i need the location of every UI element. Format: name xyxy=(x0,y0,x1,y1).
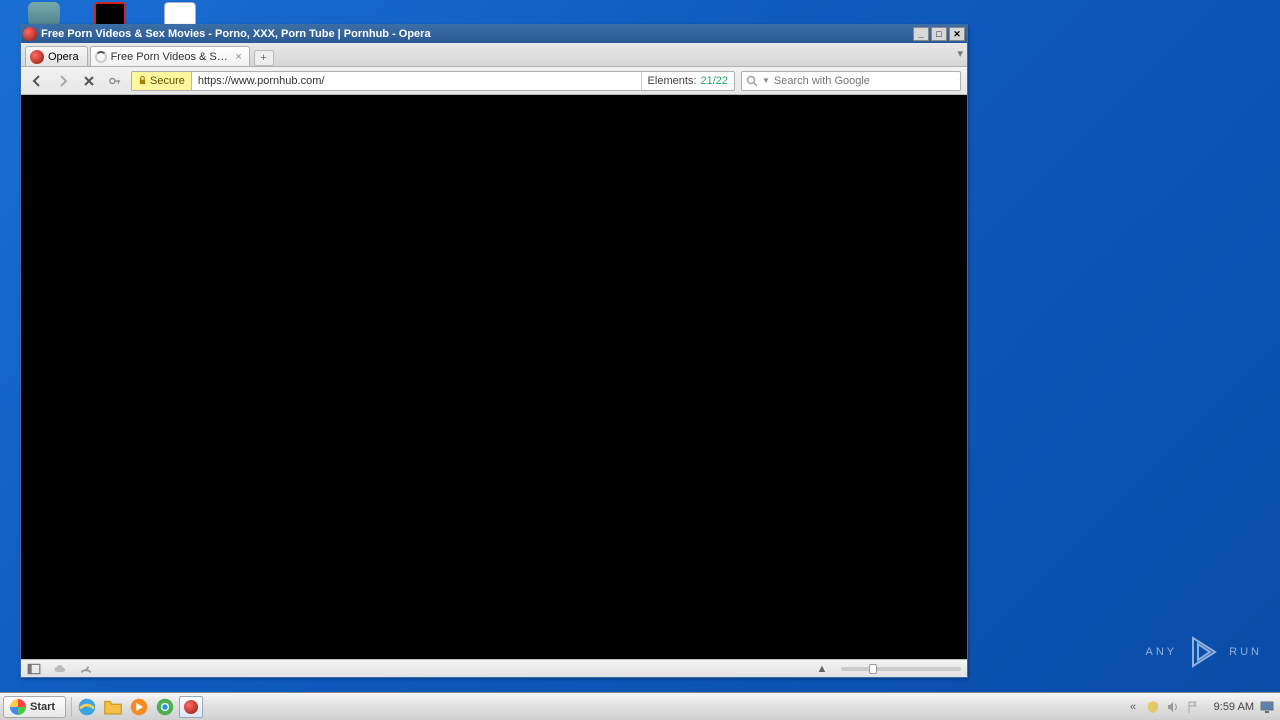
tray-volume-icon[interactable] xyxy=(1166,700,1180,714)
page-tab[interactable]: Free Porn Videos & Sex ... × xyxy=(90,46,250,66)
chevron-left-icon: « xyxy=(1130,701,1136,713)
opera-window: Free Porn Videos & Sex Movies - Porno, X… xyxy=(20,24,968,678)
watermark-text-a: ANY xyxy=(1146,646,1178,658)
address-toolbar: Secure Elements: 21/22 ▼ xyxy=(21,67,967,95)
arrow-right-icon xyxy=(57,75,69,87)
tray-flag-icon[interactable] xyxy=(1186,700,1200,714)
monitor-icon xyxy=(1260,700,1274,714)
secure-label: Secure xyxy=(150,75,185,87)
elements-indicator[interactable]: Elements: 21/22 xyxy=(641,72,734,90)
elements-label: Elements: xyxy=(648,75,697,87)
speed-dial-label: Opera xyxy=(48,51,79,63)
search-box: ▼ xyxy=(741,71,961,91)
taskbar: Start « 9:59 AM xyxy=(0,692,1280,720)
tray-show-desktop[interactable] xyxy=(1260,700,1274,714)
search-input[interactable] xyxy=(774,75,956,87)
key-icon xyxy=(109,75,121,87)
new-tab-button[interactable]: + xyxy=(254,50,274,66)
turbo-button[interactable] xyxy=(79,662,93,676)
minimize-button[interactable]: _ xyxy=(913,27,929,41)
tray-security-icon[interactable] xyxy=(1146,700,1160,714)
zoom-slider[interactable] xyxy=(841,667,961,671)
taskbar-opera-button[interactable] xyxy=(179,696,203,718)
folder-icon xyxy=(102,696,124,718)
scroll-top-button[interactable]: ▲ xyxy=(815,662,829,676)
close-tab-button[interactable]: × xyxy=(233,51,245,63)
panel-toggle-button[interactable] xyxy=(27,662,41,676)
lock-icon xyxy=(138,76,147,85)
forward-button[interactable] xyxy=(53,71,73,91)
search-engine-dropdown-icon[interactable]: ▼ xyxy=(762,76,770,85)
page-tab-label: Free Porn Videos & Sex ... xyxy=(111,51,233,63)
stop-icon xyxy=(83,75,95,87)
gauge-icon xyxy=(79,662,93,676)
taskbar-explorer-button[interactable] xyxy=(101,696,125,718)
media-player-icon xyxy=(128,696,150,718)
taskbar-media-button[interactable] xyxy=(127,696,151,718)
maximize-button[interactable]: □ xyxy=(931,27,947,41)
taskbar-ie-button[interactable] xyxy=(75,696,99,718)
stop-button[interactable] xyxy=(79,71,99,91)
elements-count: 21/22 xyxy=(700,75,728,87)
window-title: Free Porn Videos & Sex Movies - Porno, X… xyxy=(41,28,913,40)
cloud-icon xyxy=(53,664,67,674)
arrow-left-icon xyxy=(31,75,43,87)
tray-expand-button[interactable]: « xyxy=(1126,700,1140,714)
wand-button[interactable] xyxy=(105,71,125,91)
back-button[interactable] xyxy=(27,71,47,91)
panel-icon xyxy=(27,662,41,676)
tab-menu-chevron-icon[interactable]: ▾ xyxy=(957,47,963,60)
shield-icon xyxy=(1146,700,1160,714)
address-field-container: Secure Elements: 21/22 xyxy=(131,71,735,91)
loading-spinner-icon xyxy=(95,51,107,63)
taskbar-clock[interactable]: 9:59 AM xyxy=(1206,701,1254,713)
speed-dial-tab[interactable]: Opera xyxy=(25,46,88,66)
opera-logo-icon xyxy=(184,700,198,714)
caret-up-icon: ▲ xyxy=(817,663,828,675)
windows-logo-icon xyxy=(10,699,26,715)
taskbar-chrome-button[interactable] xyxy=(153,696,177,718)
search-icon xyxy=(746,75,758,87)
page-viewport[interactable] xyxy=(21,95,967,659)
close-button[interactable]: ✕ xyxy=(949,27,965,41)
opera-logo-icon xyxy=(30,50,44,64)
status-bar: ▲ xyxy=(21,659,967,677)
url-input[interactable] xyxy=(192,75,641,87)
play-outline-icon xyxy=(1185,634,1221,670)
tab-strip: Opera Free Porn Videos & Sex ... × + ▾ xyxy=(21,43,967,67)
watermark-text-b: RUN xyxy=(1229,646,1262,658)
speaker-icon xyxy=(1166,700,1180,714)
chrome-icon xyxy=(154,696,176,718)
sync-button[interactable] xyxy=(53,662,67,676)
start-button[interactable]: Start xyxy=(3,696,66,718)
anyrun-watermark: ANY RUN xyxy=(1146,634,1262,670)
secure-badge[interactable]: Secure xyxy=(132,72,192,90)
flag-icon xyxy=(1186,700,1200,714)
start-label: Start xyxy=(30,701,55,713)
system-tray: « 9:59 AM xyxy=(1120,700,1280,714)
opera-logo-icon xyxy=(23,27,37,41)
zoom-track[interactable] xyxy=(841,667,961,671)
ie-icon xyxy=(76,696,98,718)
zoom-knob[interactable] xyxy=(869,664,877,674)
window-titlebar[interactable]: Free Porn Videos & Sex Movies - Porno, X… xyxy=(21,25,967,43)
